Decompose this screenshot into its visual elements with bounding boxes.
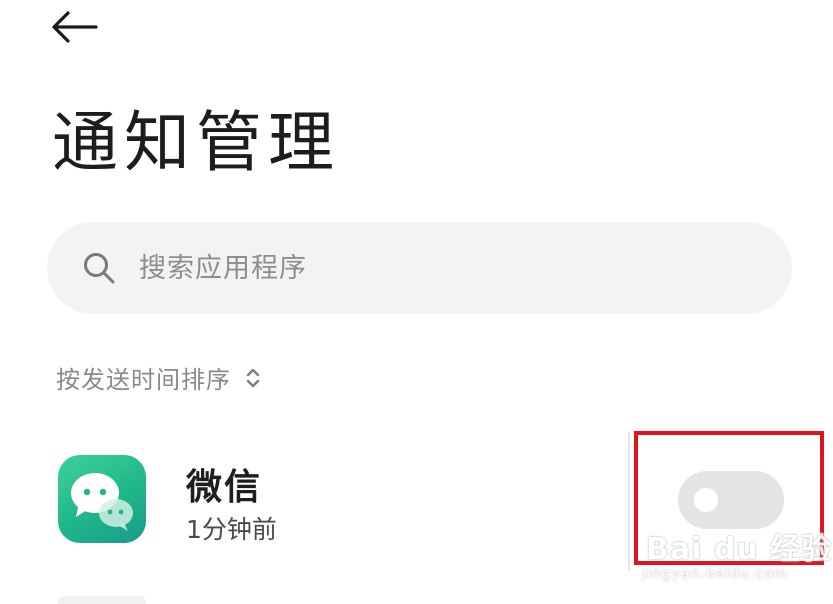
toggle-knob <box>694 488 718 512</box>
sort-label: 按发送时间排序 <box>56 366 231 394</box>
notification-management-screen: 通知管理 按发送时间排序 <box>0 0 833 604</box>
arrow-left-icon <box>52 11 98 43</box>
search-bar[interactable] <box>47 222 792 314</box>
chevron-up-down-icon <box>245 365 261 391</box>
wechat-icon <box>58 455 146 543</box>
app-last-notification-time: 1分钟前 <box>186 515 277 544</box>
app-name: 微信 <box>186 467 263 508</box>
next-app-row-hint <box>58 596 146 604</box>
row-divider <box>628 432 630 570</box>
notification-toggle-wechat[interactable] <box>678 471 784 529</box>
search-input[interactable] <box>137 251 701 285</box>
sort-selector[interactable]: 按发送时间排序 <box>56 360 261 395</box>
page-title: 通知管理 <box>52 104 340 181</box>
search-icon <box>81 250 117 286</box>
back-button[interactable] <box>50 6 108 48</box>
watermark-subtext: jingyan.baidu.com <box>642 566 789 582</box>
